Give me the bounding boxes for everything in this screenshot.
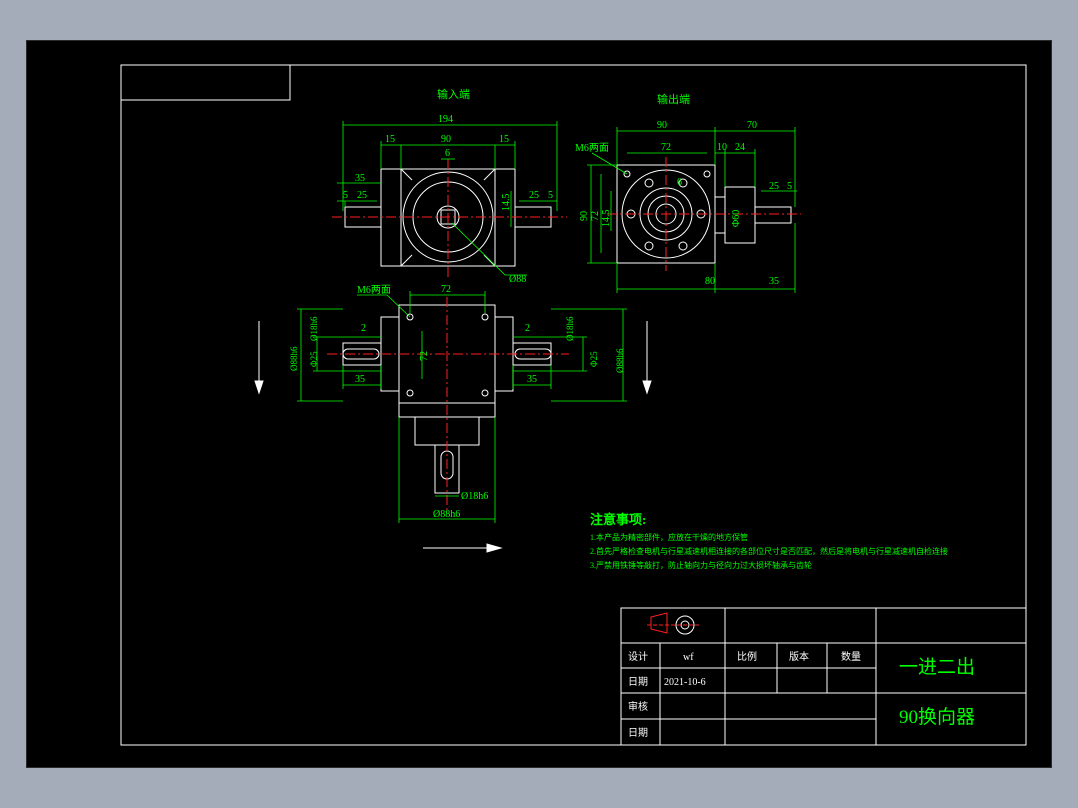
dim-14-5: 14.5: [501, 194, 512, 212]
label-date-2: 日期: [628, 727, 648, 739]
note-3: 3.严禁用铁锤等敲打，防止轴向力与径向力过大损坏轴承与齿轮: [590, 560, 812, 570]
dim-25-right: 25: [529, 190, 539, 201]
dim-out-10: 10: [717, 142, 727, 153]
dim-front-18-left: Ø18h6: [309, 316, 319, 341]
dim-front-35-left: 35: [355, 374, 365, 385]
dim-out-phi60: Φ60: [731, 210, 742, 227]
dim-out-24: 24: [735, 142, 745, 153]
dim-front-25-right: Φ25: [589, 351, 599, 367]
label-quantity: 数量: [841, 650, 861, 663]
dim-out-90: 90: [657, 120, 667, 131]
output-view-title: 输出端: [657, 92, 690, 106]
dim-out-v90: 90: [579, 211, 590, 221]
dim-15-right: 15: [499, 134, 509, 145]
value-design: wf: [683, 652, 694, 663]
dim-front-18-right: Ø18h6: [565, 316, 575, 341]
label-review: 审核: [628, 700, 648, 713]
note-1: 1.本产品为精密部件，应放在干燥的地方保管: [590, 532, 748, 542]
dim-5-right: 5: [548, 190, 553, 201]
dim-front-2-right: 2: [525, 323, 530, 334]
part-name-2: 90换向器: [899, 706, 975, 728]
cad-drawing: 输入端 194 90 15 15 6 35 5 25 25 5 14.5 Ø88…: [120, 64, 1027, 746]
label-scale: 比例: [737, 650, 757, 663]
dim-35: 35: [355, 173, 365, 184]
projection-symbol-icon: [647, 612, 699, 635]
dim-front-88-left: Ø88h6: [289, 346, 299, 371]
dim-out-25: 25: [769, 181, 779, 192]
dim-out-6: 6: [677, 177, 682, 188]
dim-front-m6: M6两面: [357, 285, 391, 296]
dim-25-left: 25: [357, 190, 367, 201]
input-view-title: 输入端: [437, 87, 470, 101]
corner-box: [120, 64, 291, 101]
drawing-sheet: 输入端 194 90 15 15 6 35 5 25 25 5 14.5 Ø88…: [26, 40, 1052, 768]
label-design: 设计: [628, 650, 648, 663]
note-2: 2.首先严格检查电机与行星减速机相连接的各部位尺寸是否匹配，然后是将电机与行星减…: [590, 546, 948, 556]
dim-194: 194: [438, 114, 453, 125]
dim-15-left: 15: [385, 134, 395, 145]
dim-base-88: Ø88h6: [433, 509, 460, 520]
value-date: 2021-10-6: [664, 677, 706, 688]
dim-out-70: 70: [747, 120, 757, 131]
dim-front-25-left: Φ25: [309, 351, 319, 367]
dim-out-m6: M6两面: [575, 143, 609, 154]
dim-front-2-left: 2: [361, 323, 366, 334]
dim-6: 6: [445, 148, 450, 159]
dim-out-5: 5: [787, 181, 792, 192]
label-date: 日期: [628, 676, 648, 688]
label-version: 版本: [789, 650, 809, 663]
dim-out-35: 35: [769, 276, 779, 287]
notes-title: 注意事项:: [590, 512, 646, 527]
dim-5-left: 5: [343, 190, 348, 201]
input-end-view: 输入端 194 90 15 15 6 35 5 25 25 5 14.5 Ø88: [332, 87, 567, 285]
dim-shaft-18: Ø18h6: [461, 491, 488, 502]
dim-out-72: 72: [661, 142, 671, 153]
dim-out-v72: 72: [590, 211, 601, 221]
dim-out-v145: 14.5: [601, 210, 612, 228]
part-name-1: 一进二出: [899, 656, 975, 678]
dim-front-88-right: Ø88h6: [615, 348, 625, 373]
technical-notes: 注意事项: 1.本产品为精密部件，应放在干燥的地方保管 2.首先严格检查电机与行…: [590, 512, 948, 570]
dim-90: 90: [441, 134, 451, 145]
dim-front-72: 72: [441, 284, 451, 295]
title-block: 设计 wf 日期 2021-10-6 审核 日期 比例 版本 数量 一进二出 9…: [620, 607, 1027, 746]
dim-front-v72: 72: [419, 351, 430, 361]
dim-phi88: Ø88: [509, 274, 526, 285]
dim-out-80: 80: [705, 276, 715, 287]
output-end-view: 输出端 90 70 72 10 24 M6两面 6 25 5 90 72 14.…: [575, 92, 801, 293]
dim-front-35-right: 35: [527, 374, 537, 385]
